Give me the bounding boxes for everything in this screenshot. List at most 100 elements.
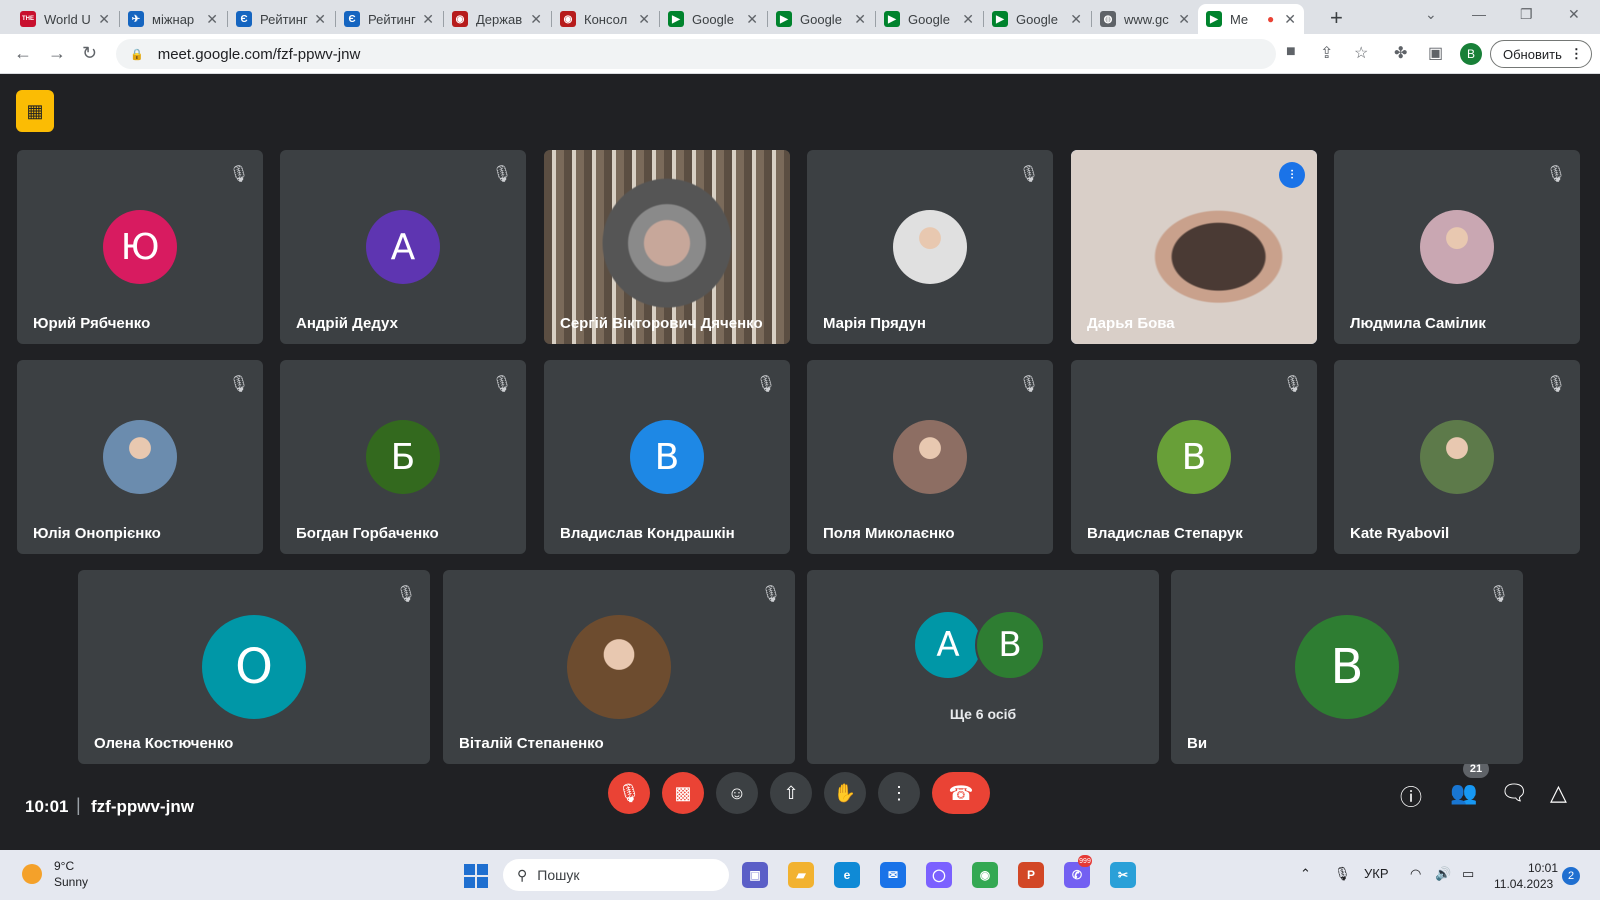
- browser-tab[interactable]: ◍ www.gc ✕: [1092, 4, 1198, 34]
- snipping-tool-icon[interactable]: ✂: [1110, 862, 1136, 888]
- close-tab-icon[interactable]: ✕: [1178, 11, 1190, 28]
- wifi-icon[interactable]: ◠: [1410, 866, 1421, 882]
- raise-hand-button[interactable]: ✋: [824, 772, 866, 814]
- participant-tile[interactable]: 🎙 Віталій Степаненко: [443, 570, 795, 764]
- browser-tab[interactable]: ◉ Консол ✕: [552, 4, 658, 34]
- meeting-info-icon[interactable]: ⓘ: [1400, 780, 1422, 812]
- star-icon[interactable]: ☆: [1354, 43, 1368, 63]
- avatar: В: [1157, 420, 1231, 494]
- participant-tile[interactable]: В 🎙 Владислав Степарук: [1071, 360, 1317, 554]
- close-tab-icon[interactable]: ✕: [422, 11, 434, 28]
- close-tab-icon[interactable]: ✕: [746, 11, 758, 28]
- leave-call-button[interactable]: ☎: [932, 772, 990, 814]
- close-tab-icon[interactable]: ✕: [1284, 11, 1296, 28]
- close-tab-icon[interactable]: ✕: [314, 11, 326, 28]
- clock-date[interactable]: 11.04.2023: [1494, 877, 1553, 891]
- chat-icon[interactable]: 🗨: [1500, 780, 1528, 806]
- participant-tile[interactable]: 🎙 Kate Ryabovil: [1334, 360, 1580, 554]
- minimize-icon[interactable]: —: [1472, 6, 1486, 22]
- chevron-up-icon[interactable]: ⌃: [1300, 866, 1311, 882]
- chrome-icon[interactable]: ◉: [972, 862, 998, 888]
- emoji-icon: ☺: [727, 782, 747, 803]
- more-participants-tile[interactable]: А В Ще 6 осіб: [807, 570, 1159, 764]
- people-icon[interactable]: 👥: [1450, 780, 1477, 806]
- mic-off-button[interactable]: 🎙: [608, 772, 650, 814]
- windows-start-icon[interactable]: [464, 864, 488, 888]
- close-tab-icon[interactable]: ✕: [638, 11, 650, 28]
- forward-icon[interactable]: →: [48, 43, 66, 64]
- tab-label: Рейтинг: [368, 11, 416, 27]
- participant-tile[interactable]: Сергій Вікторович Дяченко: [544, 150, 790, 344]
- participant-tile[interactable]: Ю 🎙 Юрий Рябченко: [17, 150, 263, 344]
- powerpoint-icon[interactable]: P: [1018, 862, 1044, 888]
- browser-tab[interactable]: ✈ міжнар ✕: [120, 4, 226, 34]
- browser-tab[interactable]: Є Рейтинг ✕: [228, 4, 334, 34]
- assistant-icon[interactable]: ◯: [926, 862, 952, 888]
- restore-icon[interactable]: ❐: [1520, 6, 1533, 23]
- participant-tile[interactable]: 🎙 Юлія Онопрієнко: [17, 360, 263, 554]
- present-button[interactable]: ⇧: [770, 772, 812, 814]
- profile-avatar[interactable]: B: [1460, 43, 1482, 65]
- teams-icon[interactable]: ▣: [742, 862, 768, 888]
- sun-icon[interactable]: [22, 864, 42, 884]
- share-icon[interactable]: ⇪: [1320, 43, 1333, 63]
- participant-name: Сергій Вікторович Дяченко: [560, 315, 763, 332]
- battery-icon[interactable]: ▭: [1462, 866, 1474, 882]
- no-camera-badge-icon[interactable]: ▦: [16, 90, 54, 132]
- file-explorer-icon[interactable]: ▰: [788, 862, 814, 888]
- browser-tab[interactable]: Є Рейтинг ✕: [336, 4, 442, 34]
- reload-icon[interactable]: ↻: [82, 43, 97, 64]
- avatar-photo: [103, 420, 177, 494]
- participant-tile[interactable]: Б 🎙 Богдан Горбаченко: [280, 360, 526, 554]
- close-window-icon[interactable]: ✕: [1568, 6, 1580, 23]
- close-tab-icon[interactable]: ✕: [530, 11, 542, 28]
- taskbar-search-input[interactable]: ⚲ Пошук: [503, 859, 729, 891]
- participant-tile[interactable]: 🎙 Марія Прядун: [807, 150, 1053, 344]
- close-tab-icon[interactable]: ✕: [98, 11, 110, 28]
- url-field[interactable]: 🔒 meet.google.com/fzf-ppwv-jnw: [116, 39, 1276, 69]
- browser-tab[interactable]: THE World U ✕: [12, 4, 118, 34]
- participant-tile[interactable]: В 🎙 Ви: [1171, 570, 1523, 764]
- new-tab-button[interactable]: +: [1330, 5, 1343, 31]
- avatar-photo: [1420, 210, 1494, 284]
- close-tab-icon[interactable]: ✕: [1070, 11, 1082, 28]
- browser-tab[interactable]: ▶ Google ✕: [876, 4, 982, 34]
- participant-tile[interactable]: О 🎙 Олена Костюченко: [78, 570, 430, 764]
- more-options-button[interactable]: ⋮: [878, 772, 920, 814]
- meet-icon: ▶: [1206, 11, 1222, 27]
- browser-tab[interactable]: ◉ Держав ✕: [444, 4, 550, 34]
- tab-label: Рейтинг: [260, 11, 308, 27]
- participant-tile[interactable]: 🎙 Людмила Самілик: [1334, 150, 1580, 344]
- activities-icon[interactable]: △: [1550, 780, 1567, 806]
- camera-off-button[interactable]: ▩: [662, 772, 704, 814]
- mail-icon[interactable]: ✉: [880, 862, 906, 888]
- mic-muted-icon: 🎙: [1488, 586, 1509, 603]
- extensions-icon[interactable]: ✤: [1394, 43, 1407, 63]
- participant-tile[interactable]: ⫶ Дарья Бова: [1071, 150, 1317, 344]
- tab-search-icon[interactable]: ⌄: [1425, 6, 1437, 23]
- close-tab-icon[interactable]: ✕: [962, 11, 974, 28]
- participant-tile[interactable]: 🎙 Поля Миколаєнко: [807, 360, 1053, 554]
- back-icon[interactable]: ←: [14, 43, 32, 64]
- close-tab-icon[interactable]: ✕: [854, 11, 866, 28]
- update-button[interactable]: Обновить ⋮: [1490, 40, 1592, 68]
- close-tab-icon[interactable]: ✕: [206, 11, 218, 28]
- volume-icon[interactable]: 🔊: [1435, 866, 1451, 882]
- avatar: Ю: [103, 210, 177, 284]
- language-indicator[interactable]: УКР: [1364, 866, 1389, 881]
- browser-tab[interactable]: ▶ Me ● ✕: [1198, 4, 1304, 34]
- tab-label: World U: [44, 11, 91, 27]
- clock-time[interactable]: 10:01: [1528, 861, 1558, 875]
- browser-tab[interactable]: ▶ Google ✕: [660, 4, 766, 34]
- notification-badge[interactable]: 2: [1562, 867, 1580, 885]
- browser-tab[interactable]: ▶ Google ✕: [768, 4, 874, 34]
- browser-tab[interactable]: ▶ Google ✕: [984, 4, 1090, 34]
- participant-tile[interactable]: А 🎙 Андрій Дедух: [280, 150, 526, 344]
- microphone-icon[interactable]: 🎙: [1334, 866, 1351, 882]
- edge-icon[interactable]: e: [834, 862, 860, 888]
- reactions-button[interactable]: ☺: [716, 772, 758, 814]
- side-panel-icon[interactable]: ▣: [1428, 43, 1443, 63]
- camera-icon[interactable]: ■: [1286, 43, 1296, 61]
- globe-icon: ◍: [1100, 11, 1116, 27]
- participant-tile[interactable]: В 🎙 Владислав Кондрашкін: [544, 360, 790, 554]
